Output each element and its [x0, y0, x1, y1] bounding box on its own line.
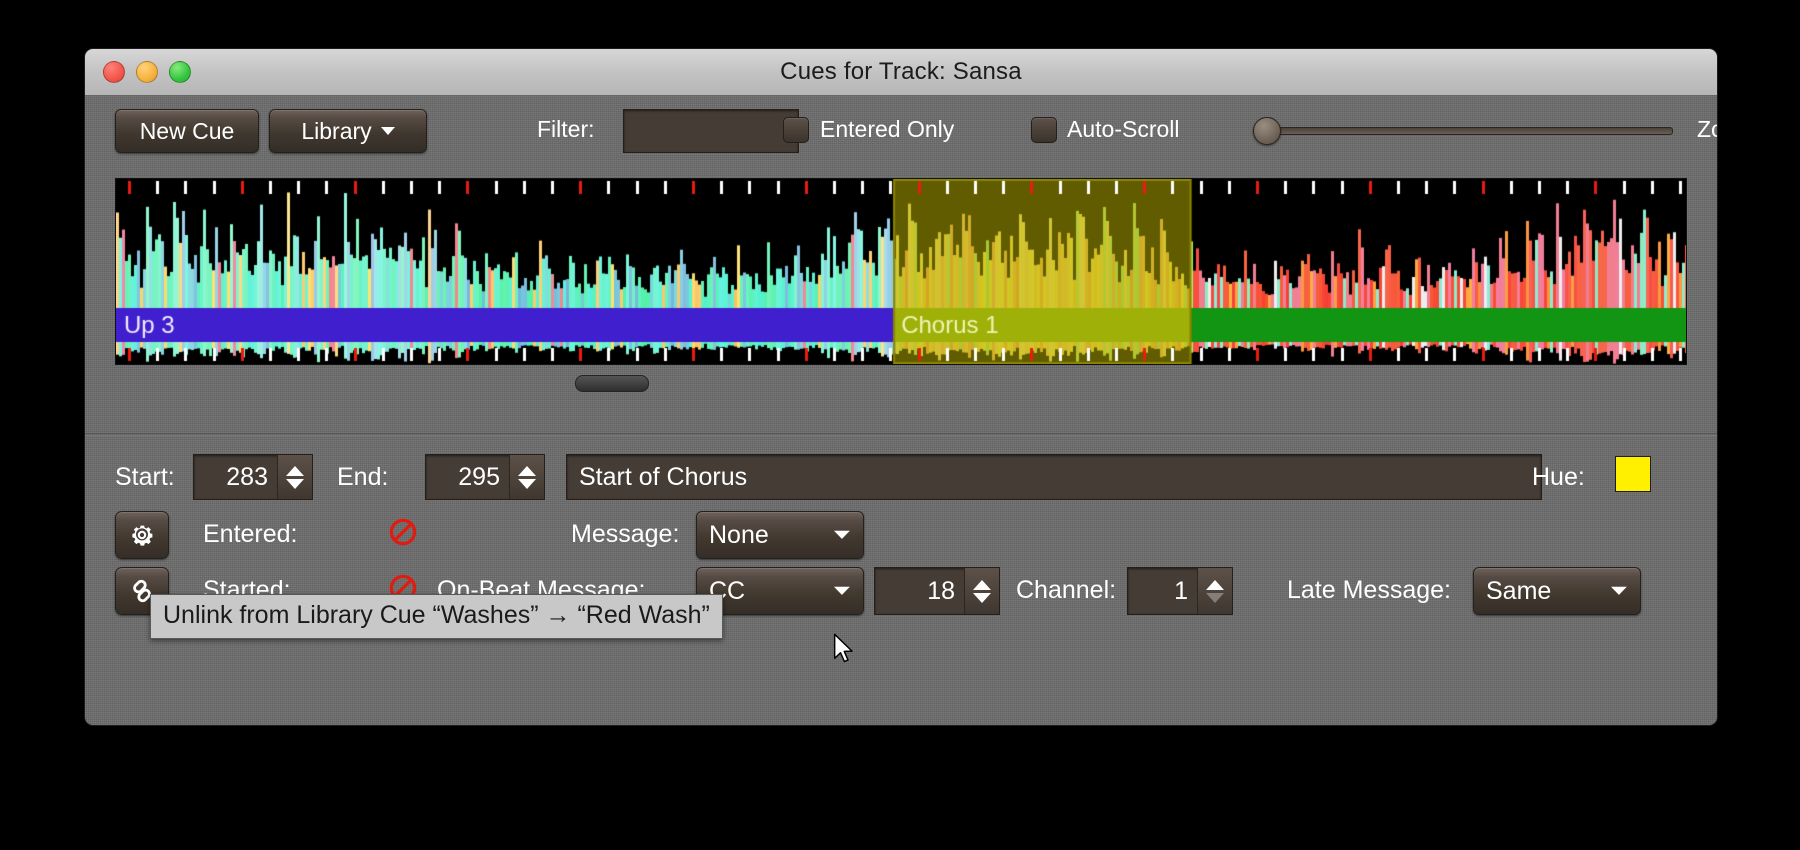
stepper-up-icon[interactable]	[518, 465, 536, 476]
late-message-value: Same	[1486, 576, 1552, 605]
window-body: New Cue Library Filter: Entered Only Aut…	[85, 95, 1717, 725]
auto-scroll-checkbox[interactable]	[1031, 117, 1057, 143]
filter-label: Filter:	[537, 116, 595, 142]
stepper-up-icon[interactable]	[973, 579, 991, 590]
waveform-panel	[85, 157, 1717, 395]
entered-only-checkbox[interactable]	[783, 117, 809, 143]
chevron-down-icon: ⏷	[834, 579, 850, 602]
on-beat-number-value: 18	[927, 576, 955, 605]
stepper-up-icon[interactable]	[286, 465, 304, 476]
channel-stepper-arrows[interactable]	[1197, 568, 1232, 614]
stepper-up-icon[interactable]	[1206, 579, 1224, 590]
end-stepper[interactable]: 295	[425, 454, 545, 500]
zoom-label: Zoom	[1697, 116, 1717, 142]
end-value: 295	[458, 462, 500, 491]
start-value: 283	[226, 462, 268, 491]
window-titlebar: Cues for Track: Sansa	[85, 49, 1717, 96]
start-label: Start:	[115, 463, 175, 491]
comment-input[interactable]: Start of Chorus	[566, 454, 1542, 500]
auto-scroll-label: Auto-Scroll	[1067, 116, 1180, 142]
new-cue-button-label: New Cue	[139, 117, 235, 144]
gear-icon	[132, 525, 153, 546]
end-label: End:	[337, 463, 389, 491]
entered-only-label: Entered Only	[820, 116, 955, 142]
chevron-down-icon	[380, 127, 395, 135]
late-message-select[interactable]: Same ⏷	[1473, 567, 1641, 615]
stepper-down-icon	[1206, 592, 1224, 603]
window-title: Cues for Track: Sansa	[780, 58, 1022, 85]
library-menu-label: Library	[301, 117, 372, 144]
minimize-button-icon[interactable]	[136, 61, 158, 83]
comment-input-value: Start of Chorus	[579, 462, 748, 491]
message-label: Message:	[571, 520, 680, 548]
zoom-slider-track[interactable]	[1253, 127, 1673, 135]
cues-window: Cues for Track: Sansa New Cue Library Fi…	[84, 48, 1718, 726]
waveform-scroll-handle[interactable]	[575, 375, 649, 392]
channel-label: Channel:	[1016, 576, 1117, 604]
message-select-value: None	[709, 520, 769, 549]
zoom-slider-knob[interactable]	[1253, 117, 1281, 145]
waveform-canvas[interactable]	[116, 179, 1686, 364]
unlink-tooltip: Unlink from Library Cue “Washes” → “Red …	[150, 594, 723, 639]
hue-color-swatch[interactable]	[1615, 456, 1651, 492]
channel-stepper[interactable]: 1	[1127, 567, 1233, 615]
library-menu-button[interactable]: Library	[269, 109, 427, 153]
start-stepper-arrows[interactable]	[277, 455, 312, 499]
stepper-down-icon[interactable]	[518, 478, 536, 489]
waveform-display[interactable]	[115, 178, 1687, 365]
message-select[interactable]: None ⏷	[696, 511, 864, 559]
stepper-down-icon[interactable]	[286, 478, 304, 489]
entered-disabled-icon	[389, 518, 417, 546]
mouse-cursor	[833, 633, 853, 663]
on-beat-number-arrows[interactable]	[964, 568, 999, 614]
cue-settings-button[interactable]	[115, 511, 169, 559]
close-button-icon[interactable]	[103, 61, 125, 83]
hue-label: Hue:	[1532, 463, 1585, 491]
channel-value: 1	[1174, 576, 1188, 605]
end-stepper-arrows[interactable]	[509, 455, 544, 499]
cue-detail-form: Start: 283 End: 295 Start of Chorus Hue:…	[85, 436, 1717, 725]
late-message-label: Late Message:	[1287, 576, 1451, 604]
new-cue-button[interactable]: New Cue	[115, 109, 259, 153]
filter-input[interactable]	[623, 109, 799, 153]
start-stepper[interactable]: 283	[193, 454, 313, 500]
toolbar: New Cue Library Filter: Entered Only Aut…	[85, 95, 1717, 157]
zoom-button-icon[interactable]	[169, 61, 191, 83]
traffic-light-group	[103, 49, 191, 95]
on-beat-number-stepper[interactable]: 18	[874, 567, 1000, 615]
stepper-down-icon[interactable]	[973, 592, 991, 603]
chevron-down-icon: ⏷	[834, 523, 850, 546]
entered-label: Entered:	[203, 520, 298, 548]
chevron-down-icon: ⏷	[1611, 579, 1627, 602]
